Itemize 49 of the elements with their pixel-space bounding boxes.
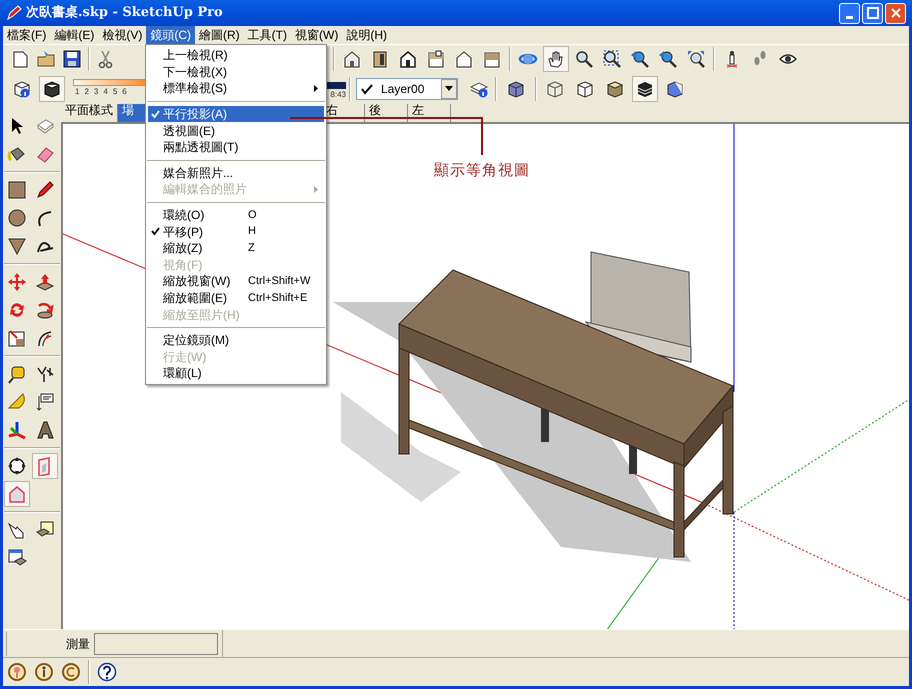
tick-label: 6 [122, 86, 127, 98]
close-icon [890, 8, 900, 18]
tick-label: 4 [103, 86, 108, 98]
menu-option[interactable]: 環繞(O) O [148, 206, 324, 224]
minimize-button[interactable] [839, 2, 860, 24]
layer-name: Layer00 [381, 80, 426, 98]
window-title: 次臥書桌.skp - SketchUp Pro [26, 4, 223, 22]
time-label: 8:43 [330, 88, 346, 101]
tick-label: 1 [75, 86, 80, 98]
menu-item[interactable]: 鏡頭(C) [146, 26, 195, 44]
menu-option[interactable]: 媒合新照片... [148, 164, 324, 182]
menu-option[interactable]: 縮放(Z) Z [148, 240, 324, 257]
menu-option[interactable]: 標準檢視(S) [148, 80, 324, 97]
close-button[interactable] [885, 2, 906, 24]
menu-option[interactable]: 下一檢視(X) [148, 64, 324, 80]
maximize-button[interactable] [862, 2, 883, 24]
tick-label: 2 [84, 86, 89, 98]
menu-option[interactable]: 透視圖(E) [148, 122, 324, 139]
menu-item[interactable]: 檢視(V) [98, 26, 146, 44]
menu-option[interactable]: 兩點透視圖(T) [148, 138, 324, 156]
menu-option[interactable]: 定位鏡頭(M) [148, 332, 324, 348]
menu-option[interactable]: 環顧(L) [148, 365, 324, 382]
annotation-text: 顯示等角視圖 [434, 161, 530, 181]
measurements-field[interactable] [94, 632, 218, 655]
minimize-icon [846, 16, 853, 18]
tick-label: 5 [112, 86, 118, 98]
menu-option[interactable]: 平行投影(A) [148, 106, 324, 122]
section-house-icon[interactable] [4, 480, 30, 507]
section-plane-icon[interactable] [32, 452, 58, 479]
shadow-scale[interactable]: 1 2 3 4 5 6 [73, 76, 148, 102]
cube-icon[interactable] [39, 76, 65, 102]
menu-option[interactable]: 縮放視窗(W) Ctrl+Shift+W [148, 273, 324, 290]
striped-cube-icon[interactable] [632, 76, 658, 102]
scene-tab[interactable]: 場 [118, 104, 146, 122]
menu-item[interactable]: 檔案(F) [3, 26, 50, 44]
tick-label: 3 [94, 86, 98, 98]
layer-dropdown[interactable]: Layer00 [356, 78, 458, 100]
menu-item[interactable]: 編輯(E) [50, 26, 98, 44]
maximize-icon [866, 7, 878, 19]
measurements-label: 測量 [66, 636, 90, 653]
menu-item[interactable]: 說明(H) [342, 26, 391, 44]
menu-item[interactable]: 繪圖(R) [195, 26, 244, 44]
menu-item[interactable]: 工具(T) [244, 26, 291, 44]
menu-option[interactable]: 上一檢視(R) [148, 47, 324, 64]
menu-option[interactable]: 縮放範圍(E) Ctrl+Shift+E [148, 290, 324, 306]
menu-option[interactable]: 平移(P) H [148, 223, 324, 240]
menu-item[interactable]: 視窗(W) [291, 26, 342, 44]
app-icon [6, 5, 22, 21]
hand-icon[interactable] [543, 46, 569, 72]
